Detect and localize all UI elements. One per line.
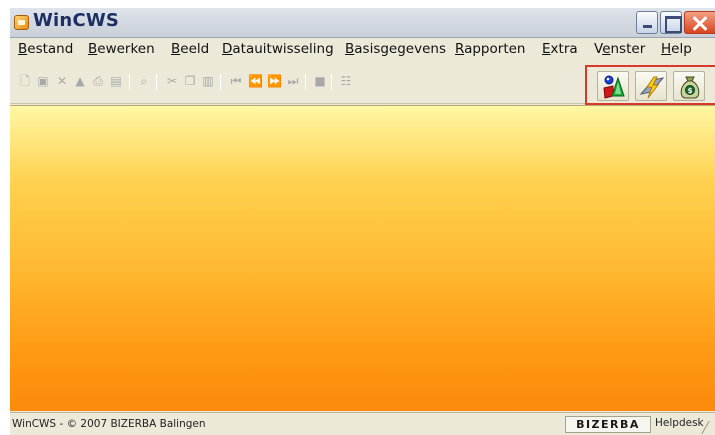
transfer-icon bbox=[639, 76, 665, 99]
print-preview-icon[interactable]: ▤ bbox=[109, 74, 123, 88]
print-icon[interactable]: ⎙ bbox=[91, 74, 105, 88]
maximize-icon[interactable] bbox=[660, 11, 682, 34]
delete-icon[interactable]: ✕ bbox=[55, 74, 69, 88]
title-bar[interactable]: WinCWS bbox=[10, 8, 715, 38]
previous-record-icon[interactable]: ⏪ bbox=[248, 74, 263, 88]
mdi-client-area[interactable] bbox=[10, 105, 715, 411]
first-record-icon[interactable]: ⏮ bbox=[229, 74, 243, 88]
transfer-button[interactable] bbox=[635, 71, 667, 101]
status-bar: WinCWS - © 2007 BIZERBA Balingen BIZERBA… bbox=[10, 412, 715, 435]
status-copyright: WinCWS - © 2007 BIZERBA Balingen bbox=[12, 418, 206, 430]
money-bag-icon: $ bbox=[680, 76, 700, 99]
menu-beeld[interactable]: Beeld bbox=[171, 40, 209, 58]
menu-basisgegevens[interactable]: Basisgegevens bbox=[345, 40, 446, 58]
toolbar-separator bbox=[331, 74, 332, 90]
copy-icon[interactable]: ❐ bbox=[183, 74, 197, 88]
menu-bar: Bestand Bewerken Beeld Datauitwisseling … bbox=[10, 38, 715, 60]
money-bag-button[interactable]: $ bbox=[673, 71, 705, 101]
cut-icon[interactable]: ✂ bbox=[165, 74, 179, 88]
window-title: WinCWS bbox=[33, 10, 120, 31]
assortment-button[interactable] bbox=[597, 71, 629, 101]
new-icon[interactable]: 🗋 bbox=[18, 74, 32, 88]
app-icon[interactable] bbox=[14, 15, 29, 30]
menu-venster[interactable]: Venster bbox=[594, 40, 645, 58]
menu-extra[interactable]: Extra bbox=[542, 40, 578, 58]
minimize-icon[interactable] bbox=[636, 11, 658, 34]
stop-icon[interactable]: ■ bbox=[313, 74, 327, 88]
close-icon[interactable] bbox=[684, 11, 715, 34]
save-icon[interactable]: ▣ bbox=[36, 74, 50, 88]
app-window: WinCWS Bestand Bewerken Beeld Datauitwis… bbox=[10, 8, 715, 435]
stamp-icon[interactable]: ▲ bbox=[73, 74, 87, 88]
last-record-icon[interactable]: ⏭ bbox=[286, 74, 300, 88]
find-icon[interactable]: ⌕ bbox=[137, 74, 151, 88]
menu-bestand[interactable]: Bestand bbox=[18, 40, 73, 58]
menu-help[interactable]: Help bbox=[661, 40, 692, 58]
toolbar: 🗋 ▣ ✕ ▲ ⎙ ▤ ⌕ ✂ ❐ ▥ ⏮ ⏪ ⏩ ⏭ ■ ☷ $ bbox=[10, 60, 715, 105]
next-record-icon[interactable]: ⏩ bbox=[267, 74, 282, 88]
assortment-icon bbox=[603, 75, 625, 99]
report-icon[interactable]: ☷ bbox=[339, 74, 353, 88]
special-toolbar-highlight: $ bbox=[585, 65, 715, 105]
svg-text:$: $ bbox=[688, 87, 693, 95]
toolbar-separator bbox=[156, 74, 157, 90]
menu-bewerken[interactable]: Bewerken bbox=[88, 40, 155, 58]
paste-icon[interactable]: ▥ bbox=[201, 74, 215, 88]
toolbar-separator bbox=[305, 74, 306, 90]
menu-datauitwisseling[interactable]: Datauitwisseling bbox=[222, 40, 334, 58]
toolbar-separator bbox=[220, 74, 221, 90]
helpdesk-link[interactable]: Helpdesk bbox=[655, 417, 704, 429]
bizerba-logo: BIZERBA bbox=[565, 416, 651, 433]
menu-rapporten[interactable]: Rapporten bbox=[455, 40, 525, 58]
toolbar-separator bbox=[129, 74, 130, 90]
